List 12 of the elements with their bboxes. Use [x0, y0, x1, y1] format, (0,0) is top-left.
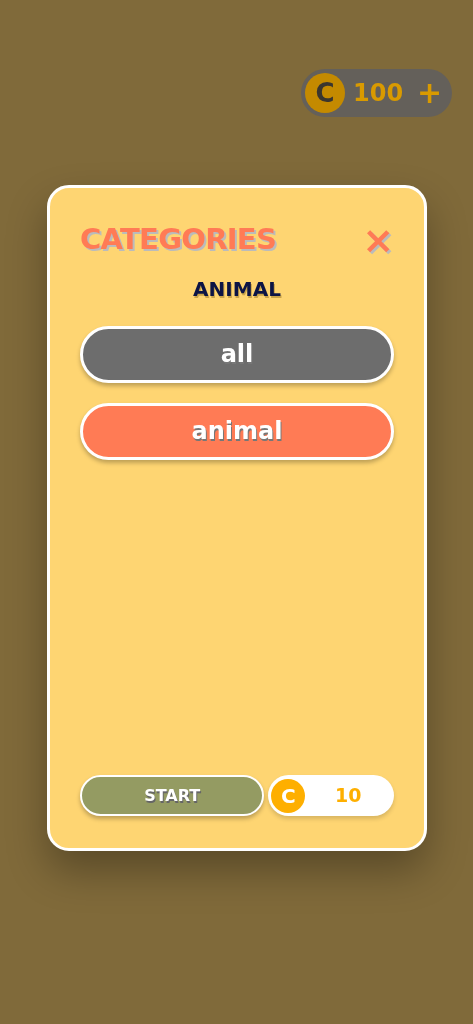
- add-coins-button[interactable]: +: [417, 78, 443, 108]
- coin-icon: C: [305, 73, 345, 113]
- selected-category-label: ANIMAL: [193, 275, 281, 303]
- coin-balance: 100: [353, 78, 404, 109]
- cost-amount: 10: [333, 783, 363, 809]
- coin-balance-pill[interactable]: C 100 +: [301, 69, 452, 117]
- start-button[interactable]: START: [80, 775, 265, 816]
- close-button[interactable]: ×: [362, 220, 394, 259]
- category-button[interactable]: animal: [80, 402, 394, 460]
- dialog-title: CATEGORIES: [80, 221, 277, 258]
- coin-icon: C: [271, 778, 306, 813]
- category-button[interactable]: all: [80, 325, 394, 383]
